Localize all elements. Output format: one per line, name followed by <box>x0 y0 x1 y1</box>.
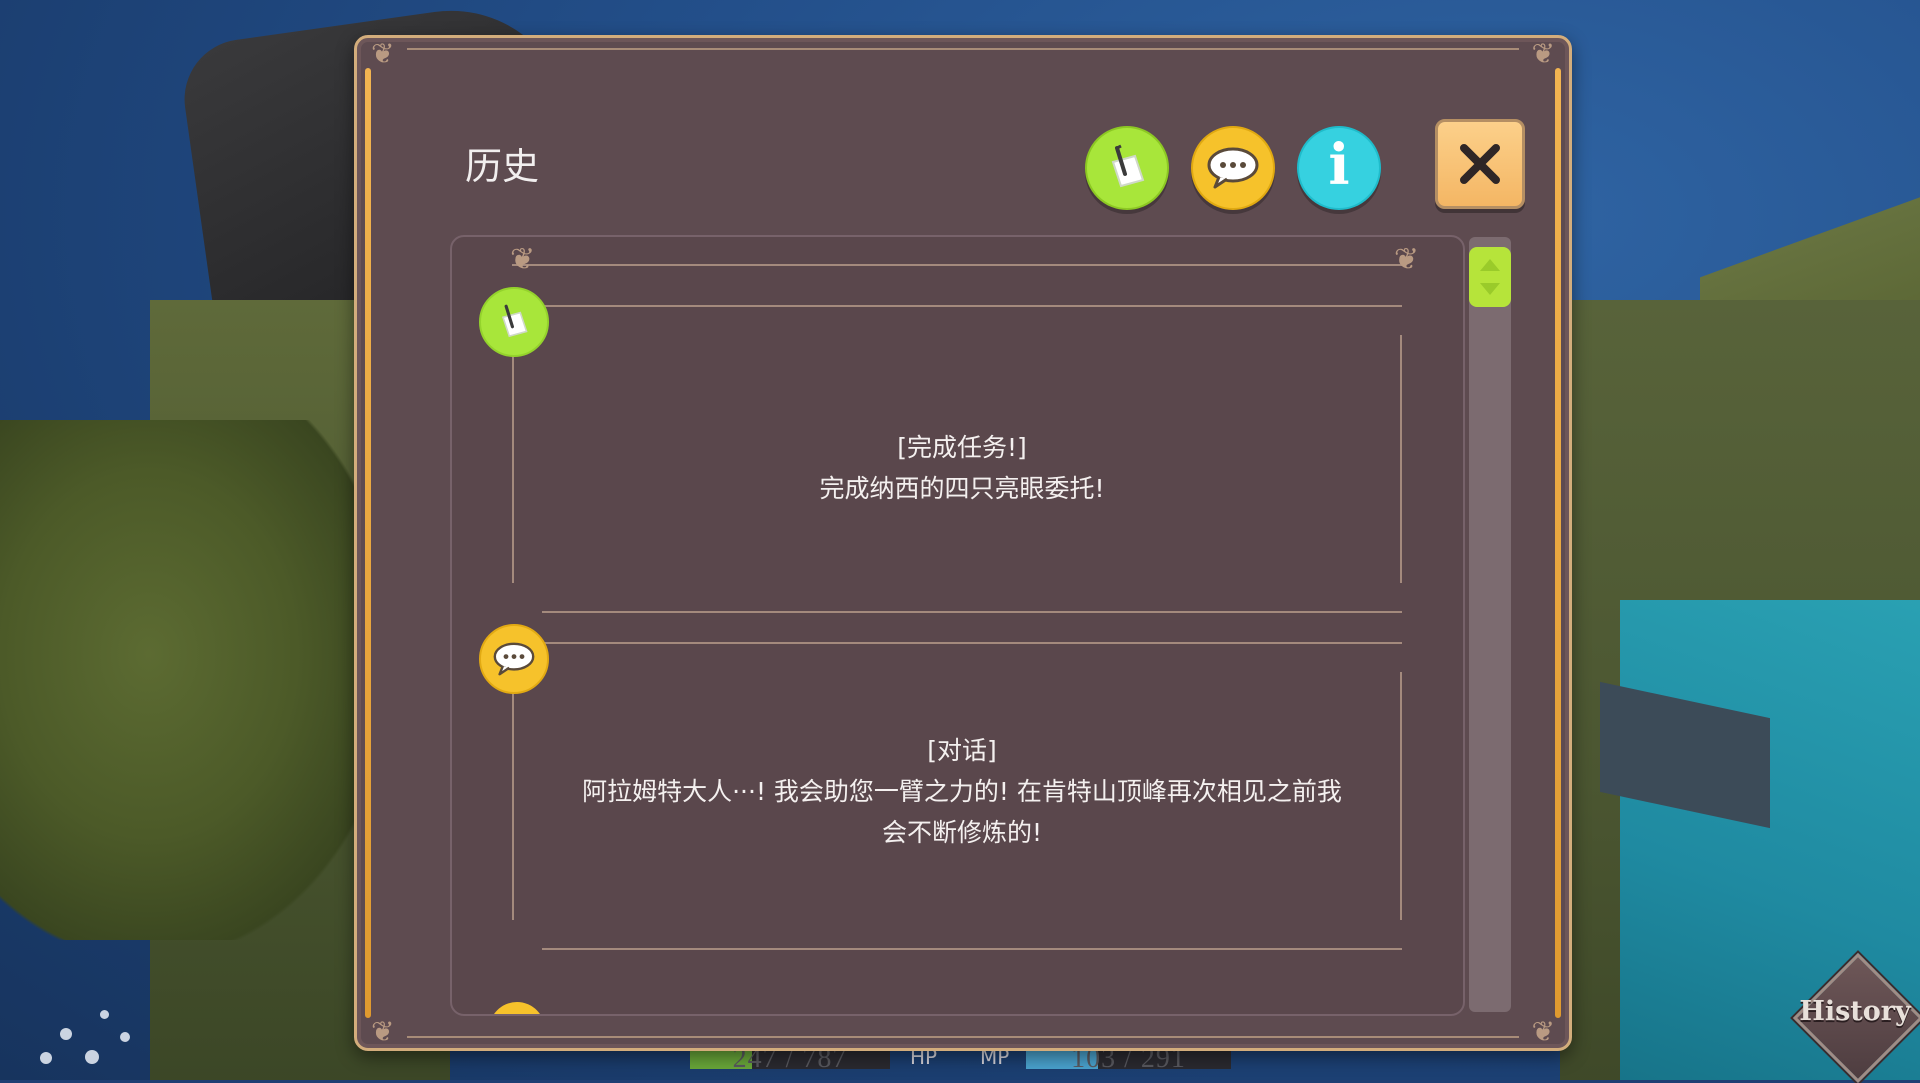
close-button[interactable] <box>1435 119 1525 209</box>
quest-scroll-icon <box>501 304 528 338</box>
history-list[interactable]: ❦ ❦ [完成任务!] 完成纳西的四只亮眼委托! [对话] 阿拉姆特大人···!… <box>450 235 1465 1016</box>
panel-rail-left <box>365 68 371 1018</box>
panel-bottom-ornament <box>407 1036 1519 1038</box>
corner-flourish-icon: ❦ <box>371 37 395 70</box>
history-entry: [完成任务!] 完成纳西的四只亮眼委托! <box>512 305 1412 613</box>
corner-flourish-icon: ❦ <box>371 1015 395 1048</box>
entry-heading: [对话] <box>927 736 997 765</box>
pine-tree <box>0 420 380 940</box>
list-top-ornament <box>512 264 1403 266</box>
filter-quest-button[interactable] <box>1085 126 1169 210</box>
history-badge-button[interactable]: History <box>1790 950 1920 1083</box>
entry-type-icon-partial <box>489 1002 545 1014</box>
sparkle-particles <box>40 1000 160 1080</box>
panel-rail-right <box>1555 68 1561 1018</box>
entry-type-icon <box>479 624 549 694</box>
history-entry: [对话] 阿拉姆特大人···! 我会助您一臂之力的! 在肯特山顶峰再次相见之前我… <box>512 642 1412 950</box>
speech-bubble-icon <box>493 642 535 676</box>
entry-text-line2: 会不断修炼的! <box>881 818 1043 847</box>
speech-bubble-icon <box>1207 147 1259 189</box>
corner-flourish-icon: ❦ <box>1393 242 1419 277</box>
corner-flourish-icon: ❦ <box>510 242 536 277</box>
entry-text: 完成纳西的四只亮眼委托! <box>819 474 1105 503</box>
filter-info-button[interactable]: i <box>1297 126 1381 210</box>
history-panel: ❦ ❦ ❦ ❦ 历史 i ❦ ❦ [完成任务!] 完成纳西的四只亮眼委托! [对… <box>354 35 1572 1051</box>
scroll-arrows-icon <box>1480 259 1500 295</box>
panel-title: 历史 <box>465 145 539 188</box>
panel-top-ornament <box>407 48 1519 50</box>
entry-heading: [完成任务!] <box>897 433 1027 462</box>
close-icon <box>1460 144 1500 184</box>
history-badge-label: History <box>1799 996 1911 1027</box>
entry-type-icon <box>479 287 549 357</box>
filter-dialog-button[interactable] <box>1191 126 1275 210</box>
corner-flourish-icon: ❦ <box>1531 37 1555 70</box>
scrollbar-track[interactable] <box>1469 237 1511 1012</box>
entry-text-line1: 阿拉姆特大人···! 我会助您一臂之力的! 在肯特山顶峰再次相见之前我 <box>582 777 1342 806</box>
info-icon: i <box>1328 132 1350 198</box>
corner-flourish-icon: ❦ <box>1531 1015 1555 1048</box>
scrollbar-thumb[interactable] <box>1469 247 1511 307</box>
quest-scroll-icon <box>1111 144 1145 188</box>
